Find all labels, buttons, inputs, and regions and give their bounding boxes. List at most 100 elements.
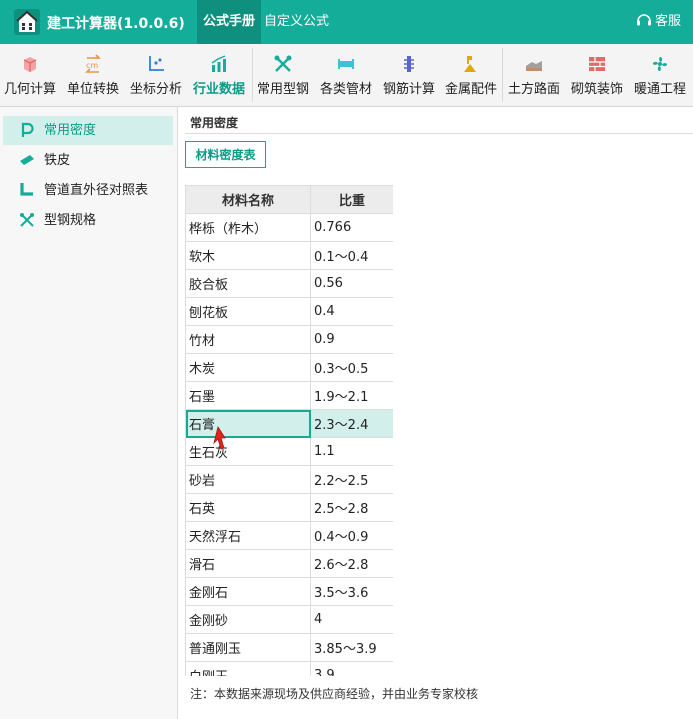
metal-fitting-icon [464,56,476,72]
table-row[interactable]: 砂岩 2.2～2.5 [185,465,393,494]
density-icon [21,122,34,137]
table-row[interactable]: 木炭 0.3～0.5 [185,353,393,382]
material-name-cell[interactable]: 桦栎（柞木） [185,213,311,242]
table-row[interactable]: 胶合板 0.56 [185,269,393,298]
table-row[interactable]: 石英 2.5～2.8 [185,493,393,522]
specific-gravity-cell[interactable]: 3.5～3.6 [310,577,393,606]
material-name-cell[interactable]: 木炭 [185,353,311,382]
tab-material-density[interactable]: 材料密度表 [185,141,266,168]
material-name-cell[interactable]: 石英 [185,493,311,522]
tool-earthwork[interactable]: 土方路面 [504,44,564,106]
section-divider [185,133,693,134]
toolbar-divider [502,48,503,102]
table-row[interactable]: 桦栎（柞木） 0.766 [185,213,393,242]
table-row[interactable]: 滑石 2.6～2.8 [185,549,393,578]
tool-label: 几何计算 [3,82,56,97]
table-row[interactable]: 竹材 0.9 [185,325,393,354]
sidebar-item-label: 型钢规格 [44,213,97,228]
sidebar-item-section-steel[interactable]: 型钢规格 [3,206,173,235]
specific-gravity-cell[interactable]: 0.4 [310,297,393,326]
specific-gravity-cell[interactable]: 3.85～3.9 [310,633,393,662]
tool-rebar[interactable]: 钢筋计算 [379,44,439,106]
tool-hvac[interactable]: 暖通工程 [630,44,690,106]
tool-geometry[interactable]: 几何计算 [0,44,60,106]
table-row[interactable]: 金刚砂 4 [185,605,393,634]
tool-label: 行业数据 [192,82,245,97]
specific-gravity-cell[interactable]: 2.2～2.5 [310,465,393,494]
sidebar: 常用密度 铁皮 管道直外径对照表 型钢规格 [0,107,178,719]
specific-gravity-cell[interactable]: 2.5～2.8 [310,493,393,522]
toolbar: 几何计算 cm 单位转换 坐标分析 行业数据 常用型钢 各类管材 钢筋计算 金属… [0,44,693,107]
table-row[interactable]: 石墨 1.9～2.1 [185,381,393,410]
sheet-icon [20,155,34,165]
table-row[interactable]: 白刚玉3.9 [185,661,393,676]
column-header-specific-gravity[interactable]: 比重 [310,185,393,214]
material-name-cell[interactable]: 胶合板 [185,269,311,298]
material-name-cell[interactable]: 软木 [185,241,311,270]
material-name-cell[interactable]: 石墨 [185,381,311,410]
specific-gravity-cell[interactable]: 2.3～2.4 [310,409,393,438]
sidebar-item-pipe-diameter[interactable]: 管道直外径对照表 [3,176,173,205]
specific-gravity-cell[interactable]: 2.6～2.8 [310,549,393,578]
footnote: 注：本数据来源现场及供应商经验，并由业务专家校核 [190,687,479,701]
material-name-cell[interactable]: 生石灰 [185,437,311,466]
table-row[interactable]: 软木 0.1～0.4 [185,241,393,270]
specific-gravity-cell[interactable]: 0.9 [310,325,393,354]
specific-gravity-cell[interactable]: 0.3～0.5 [310,353,393,382]
tab-formula-manual[interactable]: 公式手册 [197,0,262,44]
fan-icon [652,56,668,72]
tool-label: 钢筋计算 [382,82,435,97]
tool-label: 暖通工程 [633,82,686,97]
sidebar-item-label: 管道直外径对照表 [44,183,149,198]
material-name-cell[interactable]: 刨花板 [185,297,311,326]
material-name-cell[interactable]: 竹材 [185,325,311,354]
specific-gravity-cell[interactable]: 1.9～2.1 [310,381,393,410]
specific-gravity-cell[interactable]: 0.1～0.4 [310,241,393,270]
section-steel-icon [20,213,34,227]
tool-label: 各类管材 [319,82,372,97]
material-name-cell[interactable]: 砂岩 [185,465,311,494]
tool-label: 土方路面 [507,82,560,97]
specific-gravity-cell[interactable]: 0.766 [310,213,393,242]
specific-gravity-cell[interactable]: 0.56 [310,269,393,298]
tool-section-steel[interactable]: 常用型钢 [253,44,313,106]
table-row[interactable]: 天然浮石 0.4～0.9 [185,521,393,550]
svg-text:cm: cm [86,61,98,70]
specific-gravity-cell[interactable]: 3.9 [310,661,393,676]
material-name-cell[interactable]: 金刚石 [185,577,311,606]
column-header-material[interactable]: 材料名称 [185,185,311,214]
tool-label: 常用型钢 [256,82,309,97]
tool-industry-data[interactable]: 行业数据 [189,44,249,106]
headset-icon [636,14,651,26]
material-name-cell[interactable]: 滑石 [185,549,311,578]
tool-label: 坐标分析 [129,82,182,97]
material-name-cell[interactable]: 石膏 [185,409,311,438]
support-button[interactable]: 客服 [636,0,681,44]
tab-custom-formula[interactable]: 自定义公式 [258,0,335,44]
tool-coordinate[interactable]: 坐标分析 [126,44,186,106]
app-title: 建工计算器(1.0.0.6) [47,16,185,32]
specific-gravity-cell[interactable]: 1.1 [310,437,393,466]
pipe-icon [338,59,354,69]
sidebar-item-sheet[interactable]: 铁皮 [3,146,173,175]
table-row[interactable]: 普通刚玉 3.85～3.9 [185,633,393,662]
sidebar-item-label: 常用密度 [44,123,97,138]
material-name-cell[interactable]: 普通刚玉 [185,633,311,662]
sidebar-item-common-density[interactable]: 常用密度 [3,116,173,145]
tool-masonry[interactable]: 砌筑装饰 [567,44,627,106]
specific-gravity-cell[interactable]: 4 [310,605,393,634]
tool-label: 砌筑装饰 [570,82,623,97]
tool-unit-convert[interactable]: cm 单位转换 [63,44,123,106]
pipe-elbow-icon [20,183,33,196]
specific-gravity-cell[interactable]: 0.4～0.9 [310,521,393,550]
material-name-cell[interactable]: 白刚玉 [185,661,311,676]
tool-metal-fittings[interactable]: 金属配件 [441,44,501,106]
sidebar-item-label: 铁皮 [44,153,71,168]
table-row[interactable]: 金刚石 3.5～3.6 [185,577,393,606]
tool-pipes[interactable]: 各类管材 [316,44,376,106]
table-row[interactable]: 刨花板 0.4 [185,297,393,326]
unit-convert-icon: cm [85,54,101,73]
house-logo-icon [14,9,40,35]
material-name-cell[interactable]: 天然浮石 [185,521,311,550]
material-name-cell[interactable]: 金刚砂 [185,605,311,634]
